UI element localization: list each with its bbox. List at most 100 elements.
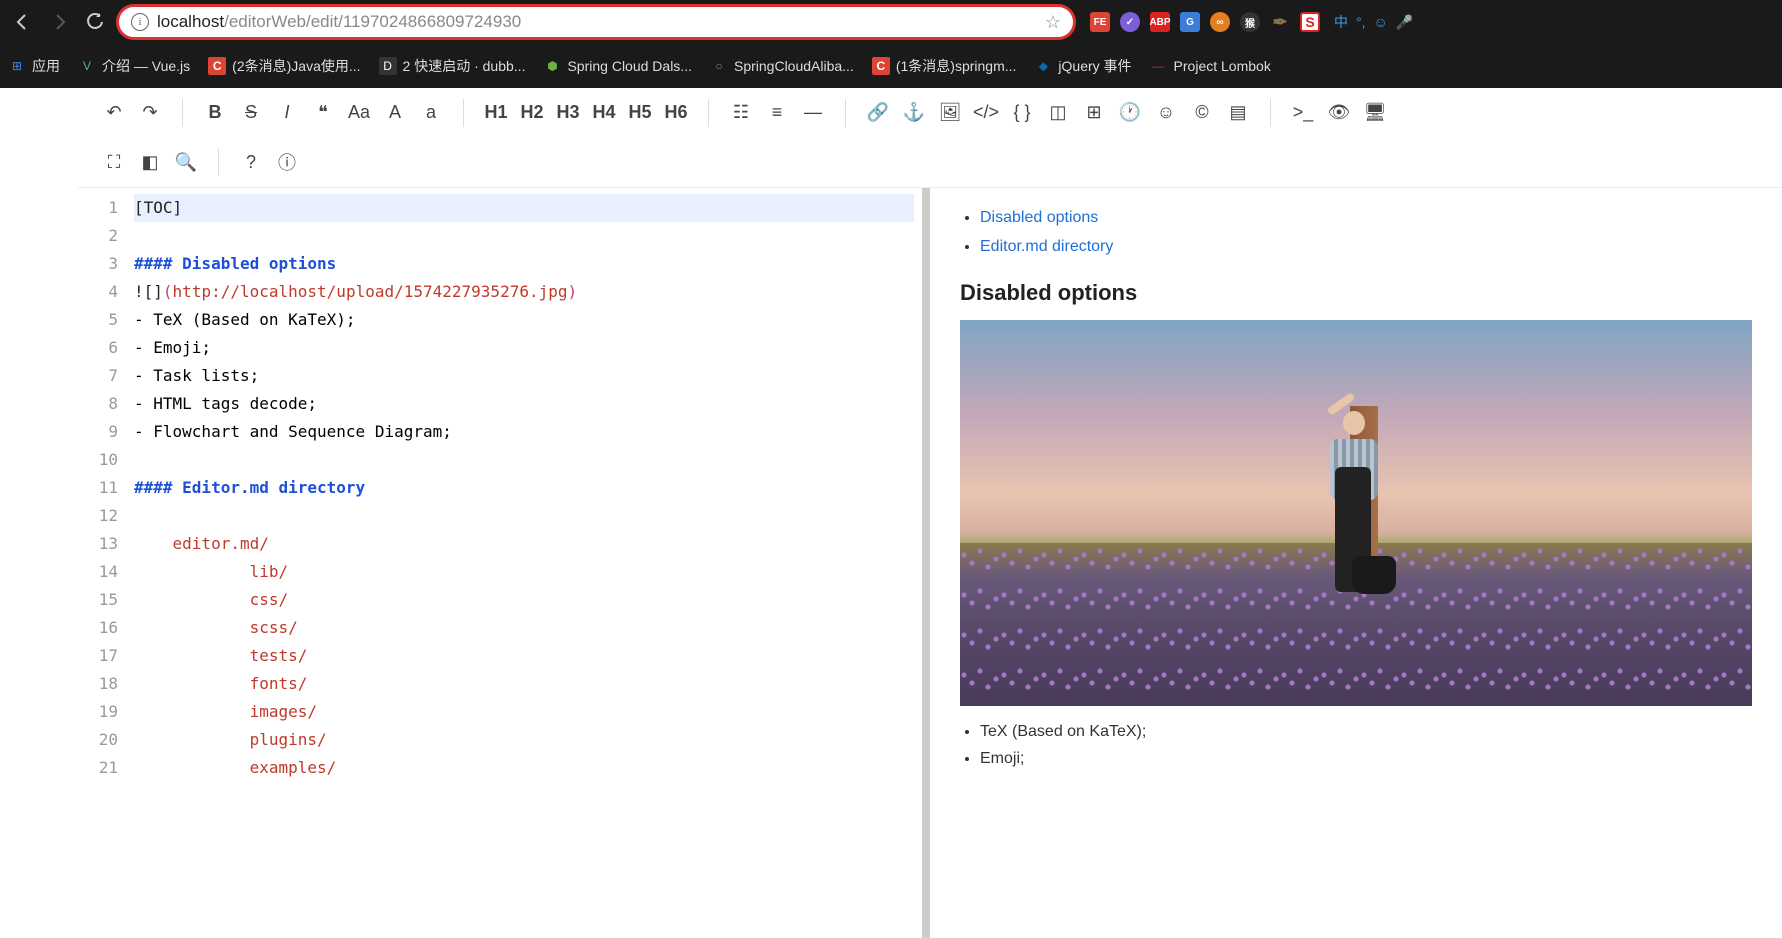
toolbar-button[interactable]: ⊞ — [1078, 97, 1110, 129]
code-line[interactable] — [134, 502, 914, 530]
toolbar-button[interactable]: ☺ — [1150, 97, 1182, 129]
preview-pane: Disabled optionsEditor.md directory Disa… — [930, 188, 1782, 938]
url-text: localhost/editorWeb/edit/119702486680972… — [157, 12, 1037, 32]
extension-icon[interactable]: ABP — [1150, 12, 1170, 32]
code-line[interactable]: examples/ — [134, 754, 914, 782]
toolbar-button[interactable]: © — [1186, 97, 1218, 129]
code-line[interactable]: scss/ — [134, 614, 914, 642]
toolbar-button[interactable]: H5 — [624, 97, 656, 129]
reload-button[interactable] — [80, 7, 110, 37]
code-line[interactable]: editor.md/ — [134, 530, 914, 558]
toolbar-button[interactable]: ↷ — [134, 97, 166, 129]
toolbar-button[interactable]: 🕐 — [1114, 97, 1146, 129]
ime-status-icon[interactable]: 🎤 — [1396, 14, 1413, 31]
code-line[interactable]: images/ — [134, 698, 914, 726]
code-line[interactable]: - TeX (Based on KaTeX); — [134, 306, 914, 334]
ime-status-icon[interactable]: ☺ — [1374, 14, 1388, 30]
code-line[interactable]: fonts/ — [134, 670, 914, 698]
toolbar-button[interactable]: ? — [235, 146, 267, 178]
toolbar-button[interactable]: Aa — [343, 97, 375, 129]
toolbar-button[interactable]: H2 — [516, 97, 548, 129]
toolbar-button[interactable]: — — [797, 97, 829, 129]
bookmark-star-icon[interactable]: ☆ — [1045, 12, 1061, 33]
code-area[interactable]: [TOC] #### Disabled options![](http://lo… — [126, 188, 922, 938]
bookmark-item[interactable]: ○SpringCloudAliba... — [710, 57, 854, 75]
toolbar-button[interactable]: ⚓ — [898, 97, 930, 129]
toc-link[interactable]: Editor.md directory — [980, 238, 1113, 255]
toolbar-button[interactable]: >_ — [1287, 97, 1319, 129]
site-info-icon[interactable]: i — [131, 13, 149, 31]
toolbar-button[interactable]: 🖼 — [934, 97, 966, 129]
toolbar-button[interactable]: ◫ — [1042, 97, 1074, 129]
toolbar-button[interactable]: H3 — [552, 97, 584, 129]
code-line[interactable]: css/ — [134, 586, 914, 614]
code-line[interactable]: ![](http://localhost/upload/157422793527… — [134, 278, 914, 306]
toolbar-button[interactable]: 🔗 — [862, 97, 894, 129]
toolbar-button[interactable]: 👁 — [1323, 97, 1355, 129]
toolbar-button[interactable]: H4 — [588, 97, 620, 129]
toolbar-button[interactable]: ❝ — [307, 97, 339, 129]
code-line[interactable] — [134, 446, 914, 474]
toc-link[interactable]: Disabled options — [980, 209, 1098, 226]
back-button[interactable] — [8, 7, 38, 37]
code-line[interactable]: #### Editor.md directory — [134, 474, 914, 502]
extension-icon[interactable]: ✓ — [1120, 12, 1140, 32]
toolbar-button[interactable]: ⛶ — [98, 146, 130, 178]
code-line[interactable]: - Emoji; — [134, 334, 914, 362]
toolbar-button[interactable]: I — [271, 97, 303, 129]
bookmark-item[interactable]: C(1条消息)springm... — [872, 56, 1017, 76]
toolbar-button[interactable]: B — [199, 97, 231, 129]
forward-button[interactable] — [44, 7, 74, 37]
line-gutter: 123456789101112131415161718192021 — [78, 188, 126, 938]
bookmark-label: Spring Cloud Dals... — [567, 58, 692, 74]
ime-status-icon[interactable]: °, — [1356, 14, 1366, 30]
code-line[interactable] — [134, 222, 914, 250]
bookmark-label: Project Lombok — [1174, 58, 1271, 74]
toolbar-button[interactable]: S — [235, 97, 267, 129]
code-line[interactable]: #### Disabled options — [134, 250, 914, 278]
spring-icon: ⬢ — [543, 57, 561, 75]
extension-icon[interactable]: FE — [1090, 12, 1110, 32]
code-line[interactable]: tests/ — [134, 642, 914, 670]
bookmark-item[interactable]: V介绍 — Vue.js — [78, 56, 190, 76]
github-icon: ○ — [710, 57, 728, 75]
bookmark-item[interactable]: D2 快速启动 · dubb... — [379, 56, 526, 76]
toolbar-button[interactable]: H6 — [660, 97, 692, 129]
toolbar-button[interactable]: A — [379, 97, 411, 129]
extension-icon[interactable]: ✒ — [1270, 12, 1290, 32]
bookmark-label: 应用 — [32, 56, 60, 76]
bookmark-item[interactable]: ⊞ 应用 — [8, 56, 60, 76]
toolbar-button[interactable]: 🔍 — [170, 146, 202, 178]
extension-icon[interactable]: G — [1180, 12, 1200, 32]
code-line[interactable]: plugins/ — [134, 726, 914, 754]
toolbar-button[interactable]: ▤ — [1222, 97, 1254, 129]
ime-status-icons: 中 °, ☺ 🎤 — [1334, 12, 1413, 32]
extension-icon[interactable]: 猴 — [1240, 12, 1260, 32]
bookmark-item[interactable]: —Project Lombok — [1150, 57, 1271, 75]
code-line[interactable]: [TOC] — [134, 194, 914, 222]
toolbar-button[interactable]: ☷ — [725, 97, 757, 129]
toolbar-button[interactable]: { } — [1006, 97, 1038, 129]
bookmark-item[interactable]: ⬢ Spring Cloud Dals... — [543, 57, 692, 75]
code-line[interactable]: - HTML tags decode; — [134, 390, 914, 418]
toolbar-button[interactable]: 🖥 — [1359, 97, 1391, 129]
bookmark-item[interactable]: ◆jQuery 事件 — [1034, 56, 1131, 76]
preview-image — [960, 320, 1752, 706]
code-line[interactable]: lib/ — [134, 558, 914, 586]
apps-icon: ⊞ — [8, 57, 26, 75]
extension-icon[interactable]: ∞ — [1210, 12, 1230, 32]
toolbar-button[interactable]: ↶ — [98, 97, 130, 129]
code-line[interactable]: - Task lists; — [134, 362, 914, 390]
toolbar-button[interactable]: ⓘ — [271, 146, 303, 178]
extension-icon[interactable]: S — [1300, 12, 1320, 32]
url-bar[interactable]: i localhost/editorWeb/edit/1197024866809… — [116, 4, 1076, 40]
toolbar-button[interactable]: H1 — [480, 97, 512, 129]
code-line[interactable]: - Flowchart and Sequence Diagram; — [134, 418, 914, 446]
ime-status-icon[interactable]: 中 — [1334, 12, 1348, 32]
bookmark-label: 2 快速启动 · dubb... — [403, 56, 526, 76]
toolbar-button[interactable]: </> — [970, 97, 1002, 129]
toolbar-button[interactable]: ◧ — [134, 146, 166, 178]
toolbar-button[interactable]: ≡ — [761, 97, 793, 129]
toolbar-button[interactable]: a — [415, 97, 447, 129]
bookmark-item[interactable]: C(2条消息)Java使用... — [208, 56, 360, 76]
